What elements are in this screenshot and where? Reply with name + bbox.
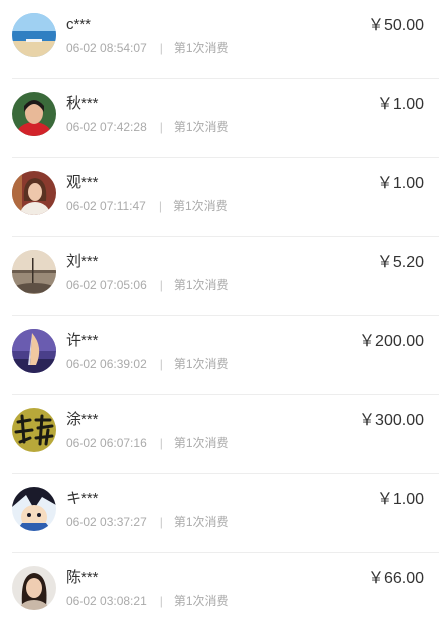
- record-desc: 第1次消费: [173, 515, 229, 529]
- separator: |: [159, 357, 163, 371]
- record-desc: 第1次消费: [173, 120, 229, 134]
- sail-hotel-icon: [12, 329, 56, 373]
- record-desc: 第1次消费: [172, 199, 228, 213]
- record-desc: 第1次消费: [173, 41, 229, 55]
- user-name: 刘***: [66, 253, 99, 270]
- record-meta: 06-02 06:39:02 | 第1次消费: [66, 356, 229, 372]
- record-time: 06-02 08:54:07: [66, 41, 147, 55]
- anime-character-icon: [12, 487, 56, 531]
- record-meta: 06-02 07:05:06 | 第1次消费: [66, 277, 229, 293]
- user-name: 秋***: [66, 95, 99, 112]
- record-desc: 第1次消费: [173, 278, 229, 292]
- record-time: 06-02 03:08:21: [66, 594, 147, 608]
- list-item[interactable]: 陈*** 06-02 03:08:21 | 第1次消费 ￥66.00: [0, 553, 439, 632]
- separator: |: [158, 199, 162, 213]
- record-time: 06-02 06:07:16: [66, 436, 147, 450]
- list-item[interactable]: c*** 06-02 08:54:07 | 第1次消费 ￥50.00: [0, 0, 439, 79]
- woman-portrait-icon: [12, 171, 56, 215]
- list-item[interactable]: キ*** 06-02 03:37:27 | 第1次消费 ￥1.00: [0, 474, 439, 553]
- record-meta: 06-02 03:08:21 | 第1次消费: [66, 593, 229, 609]
- separator: |: [159, 594, 163, 608]
- separator: |: [159, 278, 163, 292]
- beach-photo-icon: [12, 13, 56, 57]
- woman-red-portrait-icon: [12, 92, 56, 136]
- woman-portrait-icon: [12, 566, 56, 610]
- list-item[interactable]: 涂*** 06-02 06:07:16 | 第1次消费 ￥300.00: [0, 395, 439, 474]
- list-item[interactable]: 许*** 06-02 06:39:02 | 第1次消费 ￥200.00: [0, 316, 439, 395]
- record-amount: ￥50.00: [367, 17, 424, 34]
- record-amount: ￥300.00: [359, 412, 424, 429]
- record-time: 06-02 07:05:06: [66, 278, 147, 292]
- record-amount: ￥66.00: [367, 570, 424, 587]
- list-item[interactable]: 秋*** 06-02 07:42:28 | 第1次消费 ￥1.00: [0, 79, 439, 158]
- calligraphy-icon: [12, 408, 56, 452]
- record-time: 06-02 07:11:47: [66, 199, 146, 213]
- list-item[interactable]: 观*** 06-02 07:11:47 | 第1次消费 ￥1.00: [0, 158, 439, 237]
- record-meta: 06-02 06:07:16 | 第1次消费: [66, 435, 229, 451]
- record-desc: 第1次消费: [173, 436, 229, 450]
- record-meta: 06-02 07:42:28 | 第1次消费: [66, 119, 229, 135]
- record-time: 06-02 07:42:28: [66, 120, 147, 134]
- record-amount: ￥1.00: [376, 175, 424, 192]
- user-name: キ***: [66, 490, 99, 507]
- separator: |: [159, 120, 163, 134]
- user-name: 许***: [66, 332, 99, 349]
- user-name: 涂***: [66, 411, 99, 428]
- record-meta: 06-02 07:11:47 | 第1次消费: [66, 198, 228, 214]
- record-amount: ￥5.20: [376, 254, 424, 271]
- record-amount: ￥1.00: [376, 491, 424, 508]
- user-name: c***: [66, 16, 92, 33]
- separator: |: [159, 515, 163, 529]
- record-meta: 06-02 03:37:27 | 第1次消费: [66, 514, 229, 530]
- user-name: 观***: [66, 174, 99, 191]
- sunset-lake-icon: [12, 250, 56, 294]
- list-item[interactable]: 刘*** 06-02 07:05:06 | 第1次消费 ￥5.20: [0, 237, 439, 316]
- separator: |: [159, 41, 163, 55]
- record-desc: 第1次消费: [173, 594, 229, 608]
- record-amount: ￥200.00: [359, 333, 424, 350]
- record-meta: 06-02 08:54:07 | 第1次消费: [66, 40, 229, 56]
- record-amount: ￥1.00: [376, 96, 424, 113]
- separator: |: [159, 436, 163, 450]
- record-time: 06-02 06:39:02: [66, 357, 147, 371]
- user-name: 陈***: [66, 569, 99, 586]
- consumption-record-list: c*** 06-02 08:54:07 | 第1次消费 ￥50.00 秋*** 06…: [0, 0, 439, 622]
- record-time: 06-02 03:37:27: [66, 515, 147, 529]
- record-desc: 第1次消费: [173, 357, 229, 371]
